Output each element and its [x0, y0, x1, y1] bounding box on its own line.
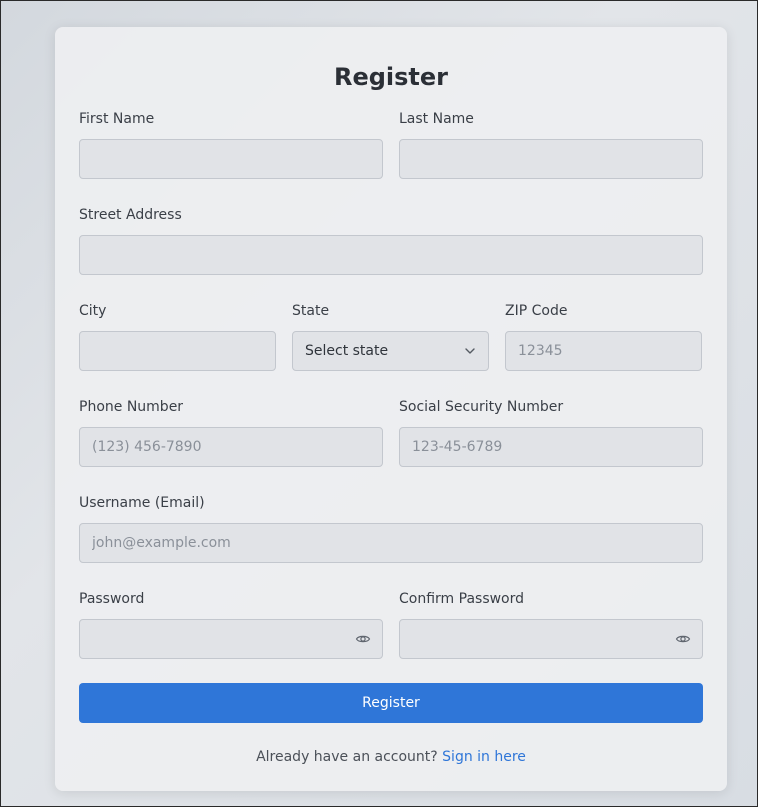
username-email-input[interactable] [79, 523, 703, 563]
state-select[interactable]: Select state [292, 331, 489, 371]
first-name-label: First Name [79, 111, 155, 127]
phone-number-input[interactable] [79, 427, 383, 467]
phone-number-label: Phone Number [79, 399, 184, 415]
last-name-label: Last Name [399, 111, 474, 127]
eye-icon[interactable] [355, 631, 371, 647]
zip-code-label: ZIP Code [505, 303, 568, 319]
signin-prompt: Already have an account? Sign in here [55, 749, 727, 765]
street-address-input[interactable] [79, 235, 703, 275]
password-label: Password [79, 591, 145, 607]
signin-link[interactable]: Sign in here [442, 749, 526, 765]
city-input[interactable] [79, 331, 276, 371]
city-label: City [79, 303, 107, 319]
ssn-label: Social Security Number [399, 399, 564, 415]
register-button[interactable]: Register [79, 683, 703, 723]
street-address-label: Street Address [79, 207, 182, 223]
confirm-password-input[interactable] [399, 619, 703, 659]
zip-code-input[interactable] [505, 331, 702, 371]
ssn-input[interactable] [399, 427, 703, 467]
password-input[interactable] [79, 619, 383, 659]
first-name-input[interactable] [79, 139, 383, 179]
confirm-password-label: Confirm Password [399, 591, 525, 607]
eye-icon[interactable] [675, 631, 691, 647]
signin-prompt-text: Already have an account? [256, 749, 438, 765]
state-selected-value: Select state [305, 343, 389, 359]
chevron-down-icon [465, 348, 475, 354]
username-label: Username (Email) [79, 495, 205, 511]
page-title: Register [333, 63, 449, 91]
state-label: State [292, 303, 330, 319]
register-card: Register First Name Last Name Street Add… [55, 27, 727, 791]
last-name-input[interactable] [399, 139, 703, 179]
